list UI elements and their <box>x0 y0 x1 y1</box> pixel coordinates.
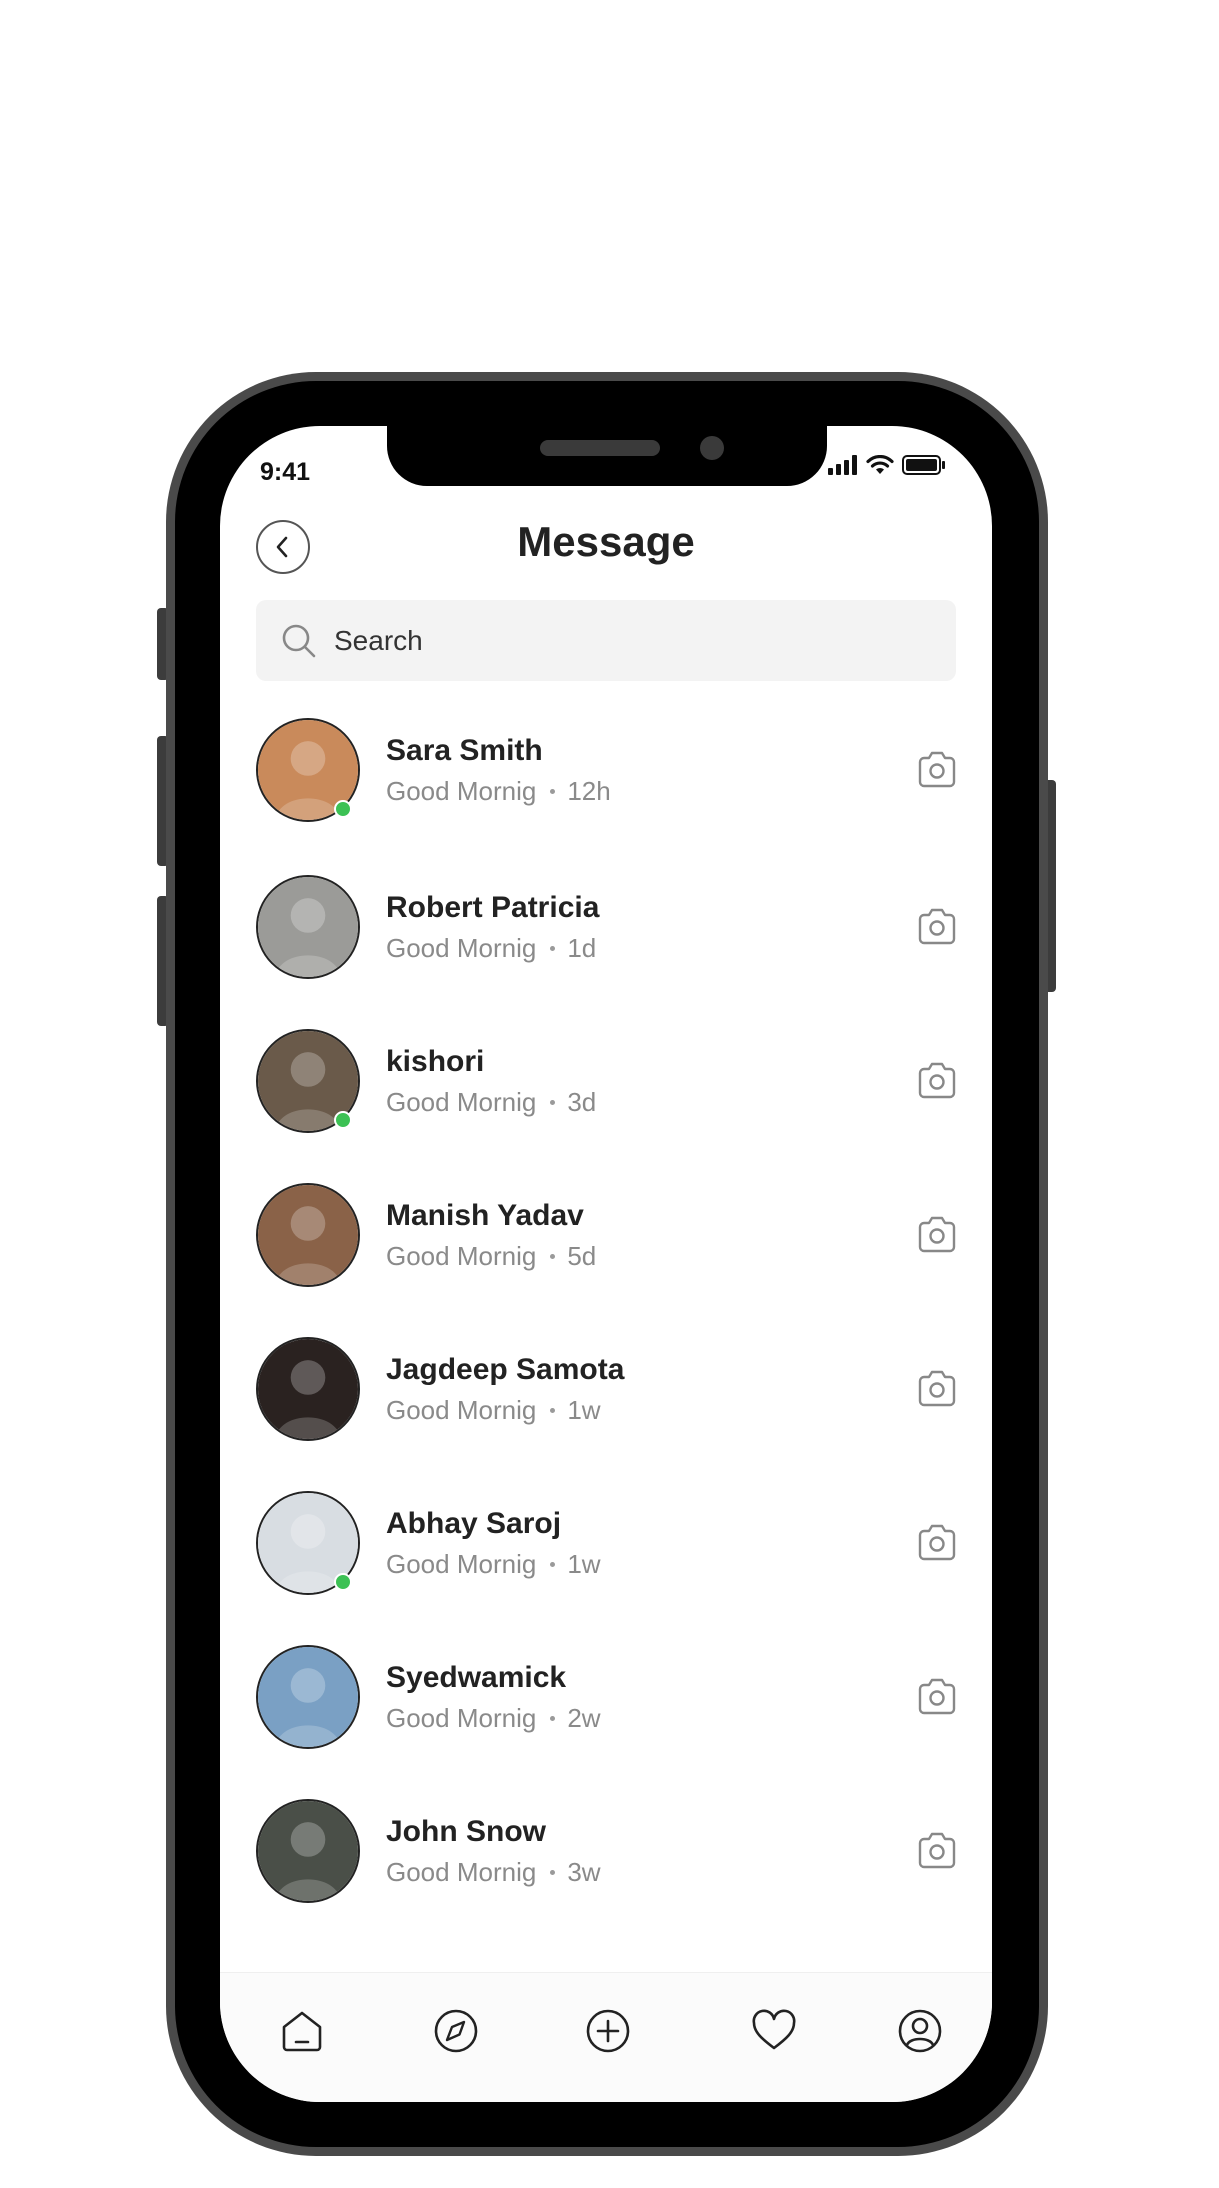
message-time: 2w <box>567 1703 601 1733</box>
front-camera <box>700 436 724 460</box>
message-preview: Good Mornig <box>386 1549 537 1579</box>
message-preview: Good Mornig <box>386 776 537 806</box>
message-preview: Good Mornig <box>386 1857 537 1887</box>
separator-dot <box>550 1870 556 1875</box>
avatar[interactable] <box>256 1183 360 1287</box>
message-preview: Good Mornig <box>386 1087 537 1117</box>
conversation-row[interactable]: kishori Good Mornig 3d <box>220 1027 992 1137</box>
online-status-dot <box>334 1573 352 1591</box>
message-preview-line: Good Mornig 5d <box>386 1241 596 1272</box>
add-icon[interactable] <box>584 2007 632 2055</box>
camera-icon[interactable] <box>916 1829 958 1871</box>
contact-name: Robert Patricia <box>386 891 600 924</box>
contact-name: Manish Yadav <box>386 1199 584 1232</box>
message-time: 5d <box>567 1241 597 1271</box>
avatar-image <box>258 1339 358 1439</box>
conversation-row[interactable]: Abhay Saroj Good Mornig 1w <box>220 1489 992 1599</box>
separator-dot <box>550 1562 556 1567</box>
camera-icon[interactable] <box>916 1675 958 1717</box>
message-preview: Good Mornig <box>386 1395 537 1425</box>
status-icons <box>828 454 946 476</box>
message-preview-line: Good Mornig 1w <box>386 1395 601 1426</box>
signal-icon <box>828 455 857 475</box>
message-time: 12h <box>567 776 611 806</box>
avatar[interactable] <box>256 1337 360 1441</box>
camera-icon[interactable] <box>916 1521 958 1563</box>
phone-screen: 9:41 Message Sara SmithGood M <box>220 426 992 2102</box>
separator-dot <box>550 946 556 951</box>
contact-name: Sara Smith <box>386 734 543 767</box>
notch <box>387 426 827 486</box>
search-bar[interactable] <box>256 600 956 681</box>
profile-icon[interactable] <box>896 2007 944 2055</box>
avatar-image <box>258 1801 358 1901</box>
message-time: 1d <box>567 933 597 963</box>
conversation-row[interactable]: John Snow Good Mornig 3w <box>220 1797 992 1907</box>
avatar-image <box>258 877 358 977</box>
wifi-icon <box>866 455 894 474</box>
status-time: 9:41 <box>260 458 311 486</box>
contact-name: Abhay Saroj <box>386 1507 562 1540</box>
separator-dot <box>550 1716 556 1721</box>
message-preview-line: Good Mornig 1w <box>386 1549 601 1580</box>
contact-name: Syedwamick <box>386 1661 567 1694</box>
search-input[interactable] <box>332 623 932 658</box>
message-preview-line: Good Mornig 3d <box>386 1087 596 1118</box>
message-time: 3w <box>567 1857 601 1887</box>
heart-icon[interactable] <box>750 2007 798 2055</box>
message-preview: Good Mornig <box>386 933 537 963</box>
contact-name: Jagdeep Samota <box>386 1353 625 1386</box>
message-preview-line: Good Mornig 2w <box>386 1703 601 1734</box>
message-preview-line: Good Mornig 1d <box>386 933 596 964</box>
avatar-image <box>258 1185 358 1285</box>
search-icon <box>282 624 316 657</box>
camera-icon[interactable] <box>916 1213 958 1255</box>
message-time: 1w <box>567 1395 601 1425</box>
avatar-image <box>258 1647 358 1747</box>
message-preview-line: Good Mornig 12h <box>386 776 611 807</box>
battery-icon <box>902 455 945 475</box>
online-status-dot <box>334 800 352 818</box>
message-preview: Good Mornig <box>386 1703 537 1733</box>
avatar[interactable] <box>256 1645 360 1749</box>
camera-icon[interactable] <box>916 1059 958 1101</box>
contact-name: John Snow <box>386 1815 546 1848</box>
message-time: 1w <box>567 1549 601 1579</box>
conversation-row[interactable]: Manish Yadav Good Mornig 5d <box>220 1181 992 1291</box>
home-icon[interactable] <box>278 2007 326 2055</box>
camera-icon[interactable] <box>916 748 958 790</box>
avatar[interactable] <box>256 1799 360 1903</box>
camera-icon[interactable] <box>916 905 958 947</box>
message-time: 3d <box>567 1087 597 1117</box>
speaker-grille <box>540 440 660 456</box>
conversation-row[interactable]: Jagdeep Samota Good Mornig 1w <box>220 1335 992 1445</box>
conversation-row[interactable]: Robert Patricia Good Mornig 1d <box>220 873 992 983</box>
page-title: Message <box>517 518 695 565</box>
separator-dot <box>550 789 556 794</box>
camera-icon[interactable] <box>916 1367 958 1409</box>
separator-dot <box>550 1254 556 1259</box>
compass-icon[interactable] <box>432 2007 480 2055</box>
message-preview-line: Good Mornig 3w <box>386 1857 601 1888</box>
separator-dot <box>550 1100 556 1105</box>
online-status-dot <box>334 1111 352 1129</box>
conversation-row[interactable]: Sara Smith Good Mornig 12h <box>220 716 992 826</box>
contact-name: kishori <box>386 1045 485 1078</box>
separator-dot <box>550 1408 556 1413</box>
conversation-row[interactable]: Syedwamick Good Mornig 2w <box>220 1643 992 1753</box>
bottom-tab-bar <box>220 1972 992 2102</box>
message-preview: Good Mornig <box>386 1241 537 1271</box>
avatar[interactable] <box>256 875 360 979</box>
